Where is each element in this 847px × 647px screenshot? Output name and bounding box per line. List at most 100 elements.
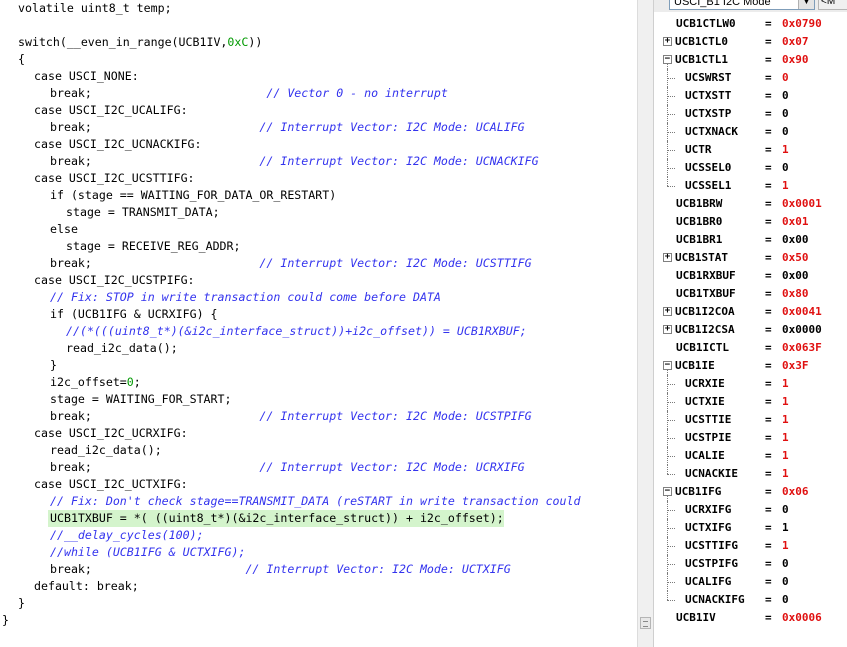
code-line[interactable]: break; // Vector 0 - no interrupt: [0, 85, 448, 102]
code-line[interactable]: case USCI_NONE:: [0, 68, 139, 85]
register-row[interactable]: UCB1BR0 = 0x01: [654, 213, 847, 231]
code-line[interactable]: switch(__even_in_range(UCB1IV,0xC)): [0, 34, 262, 51]
register-value[interactable]: 1: [782, 537, 789, 555]
register-value[interactable]: 0: [782, 573, 789, 591]
code-line[interactable]: volatile uint8_t temp;: [0, 0, 172, 17]
register-field-row[interactable]: UCRXIFG = 0: [654, 501, 847, 519]
code-line[interactable]: break; // Interrupt Vector: I2C Mode: UC…: [0, 408, 532, 425]
register-value[interactable]: 0: [782, 69, 789, 87]
register-row[interactable]: + UCB1I2COA = 0x0041: [654, 303, 847, 321]
code-line[interactable]: break; // Interrupt Vector: I2C Mode: UC…: [0, 255, 532, 272]
register-value[interactable]: 1: [782, 465, 789, 483]
register-value[interactable]: 1: [782, 519, 789, 537]
code-line[interactable]: case USCI_I2C_UCRXIFG:: [0, 425, 188, 442]
register-row[interactable]: UCB1RXBUF = 0x00: [654, 267, 847, 285]
register-field-row[interactable]: UCNACKIE = 1: [654, 465, 847, 483]
code-line[interactable]: case USCI_I2C_UCSTPIFG:: [0, 272, 195, 289]
register-row[interactable]: UCB1BR1 = 0x00: [654, 231, 847, 249]
code-line[interactable]: default: break;: [0, 578, 139, 595]
register-value[interactable]: 1: [782, 447, 789, 465]
code-line[interactable]: [0, 17, 2, 34]
register-row[interactable]: − UCB1IFG = 0x06: [654, 483, 847, 501]
code-line[interactable]: case USCI_I2C_UCNACKIFG:: [0, 136, 202, 153]
register-value[interactable]: 1: [782, 141, 789, 159]
code-line[interactable]: break; // Interrupt Vector: I2C Mode: UC…: [0, 459, 525, 476]
code-line[interactable]: //while (UCB1IFG & UCTXIFG);: [0, 544, 245, 561]
code-line[interactable]: read_i2c_data();: [0, 340, 178, 357]
code-line[interactable]: stage = WAITING_FOR_START;: [0, 391, 231, 408]
register-field-row[interactable]: UCALIFG = 0: [654, 573, 847, 591]
expand-icon[interactable]: +: [663, 37, 672, 46]
register-value[interactable]: 0x0041: [782, 303, 822, 321]
register-field-row[interactable]: UCNACKIFG = 0: [654, 591, 847, 609]
code-line[interactable]: case USCI_I2C_UCSTTIFG:: [0, 170, 195, 187]
register-value[interactable]: 0x01: [782, 213, 809, 231]
register-row[interactable]: − UCB1IE = 0x3F: [654, 357, 847, 375]
register-value[interactable]: 0x0001: [782, 195, 822, 213]
register-value[interactable]: 0x063F: [782, 339, 822, 357]
register-row[interactable]: − UCB1CTL1 = 0x90: [654, 51, 847, 69]
register-field-row[interactable]: UCSTTIE = 1: [654, 411, 847, 429]
register-group-dropdown[interactable]: USCI_B1 I2C Mode ▼: [669, 0, 815, 10]
code-line[interactable]: break; // Interrupt Vector: I2C Mode: UC…: [0, 153, 539, 170]
register-field-row[interactable]: UCTXSTP = 0: [654, 105, 847, 123]
code-line[interactable]: stage = TRANSMIT_DATA;: [0, 204, 220, 221]
register-value[interactable]: 1: [782, 411, 789, 429]
code-line[interactable]: // Fix: STOP in write transaction could …: [0, 289, 441, 306]
register-field-row[interactable]: UCTXIE = 1: [654, 393, 847, 411]
register-field-row[interactable]: UCRXIE = 1: [654, 375, 847, 393]
register-value[interactable]: 0x06: [782, 483, 809, 501]
code-line[interactable]: if (stage == WAITING_FOR_DATA_OR_RESTART…: [0, 187, 336, 204]
register-value[interactable]: 0: [782, 555, 789, 573]
code-line[interactable]: stage = RECEIVE_REG_ADDR;: [0, 238, 241, 255]
register-value[interactable]: 0: [782, 591, 789, 609]
register-value[interactable]: 0: [782, 159, 789, 177]
register-value[interactable]: 1: [782, 429, 789, 447]
code-line[interactable]: //(*(((uint8_t*)(&i2c_interface_struct))…: [0, 323, 527, 340]
code-line[interactable]: //__delay_cycles(100);: [0, 527, 204, 544]
register-value[interactable]: 0x00: [782, 267, 809, 285]
register-value[interactable]: 0x07: [782, 33, 809, 51]
code-line[interactable]: read_i2c_data();: [0, 442, 162, 459]
register-row[interactable]: + UCB1I2CSA = 0x0000: [654, 321, 847, 339]
register-value[interactable]: 0x0790: [782, 15, 822, 33]
register-value[interactable]: 0x50: [782, 249, 809, 267]
code-line[interactable]: else: [0, 221, 78, 238]
collapse-icon[interactable]: −: [663, 361, 672, 370]
register-row[interactable]: + UCB1CTL0 = 0x07: [654, 33, 847, 51]
register-field-row[interactable]: UCSWRST = 0: [654, 69, 847, 87]
editor-scrollbar[interactable]: [637, 0, 653, 647]
register-row[interactable]: + UCB1STAT = 0x50: [654, 249, 847, 267]
code-line[interactable]: }: [0, 595, 25, 612]
register-row[interactable]: UCB1TXBUF = 0x80: [654, 285, 847, 303]
scrollbar-thumb[interactable]: [640, 617, 651, 629]
code-line[interactable]: break; // Interrupt Vector: I2C Mode: UC…: [0, 119, 525, 136]
current-line[interactable]: UCB1TXBUF = *( ((uint8_t*)(&i2c_interfac…: [48, 510, 504, 527]
code-line[interactable]: // Fix: Don't check stage==TRANSMIT_DATA…: [0, 493, 580, 510]
code-line[interactable]: case USCI_I2C_UCTXIFG:: [0, 476, 188, 493]
code-line[interactable]: if (UCB1IFG & UCRXIFG) {: [0, 306, 218, 323]
register-value[interactable]: 0x0006: [782, 609, 822, 627]
register-row[interactable]: UCB1CTLW0 = 0x0790: [654, 15, 847, 33]
collapse-icon[interactable]: −: [663, 55, 672, 64]
register-field-row[interactable]: UCSTPIE = 1: [654, 429, 847, 447]
register-value[interactable]: 0x3F: [782, 357, 809, 375]
code-editor[interactable]: volatile uint8_t temp; switch(__even_in_r…: [0, 0, 637, 647]
register-value[interactable]: 0x80: [782, 285, 809, 303]
expand-icon[interactable]: +: [663, 307, 672, 316]
register-field-row[interactable]: UCTXSTT = 0: [654, 87, 847, 105]
register-field-row[interactable]: UCTXIFG = 1: [654, 519, 847, 537]
register-field-row[interactable]: UCTR = 1: [654, 141, 847, 159]
code-line[interactable]: break; // Interrupt Vector: I2C Mode: UC…: [0, 561, 511, 578]
code-line[interactable]: i2c_offset=0;: [0, 374, 141, 391]
register-value[interactable]: 1: [782, 375, 789, 393]
expand-icon[interactable]: +: [663, 253, 672, 262]
register-value[interactable]: 1: [782, 177, 789, 195]
register-value[interactable]: 0x90: [782, 51, 809, 69]
register-row[interactable]: UCB1ICTL = 0x063F: [654, 339, 847, 357]
register-value[interactable]: 0: [782, 105, 789, 123]
expand-icon[interactable]: +: [663, 325, 672, 334]
code-line[interactable]: }: [0, 357, 57, 374]
register-field-row[interactable]: UCSTPIFG = 0: [654, 555, 847, 573]
register-extra-button[interactable]: <M: [818, 0, 847, 10]
